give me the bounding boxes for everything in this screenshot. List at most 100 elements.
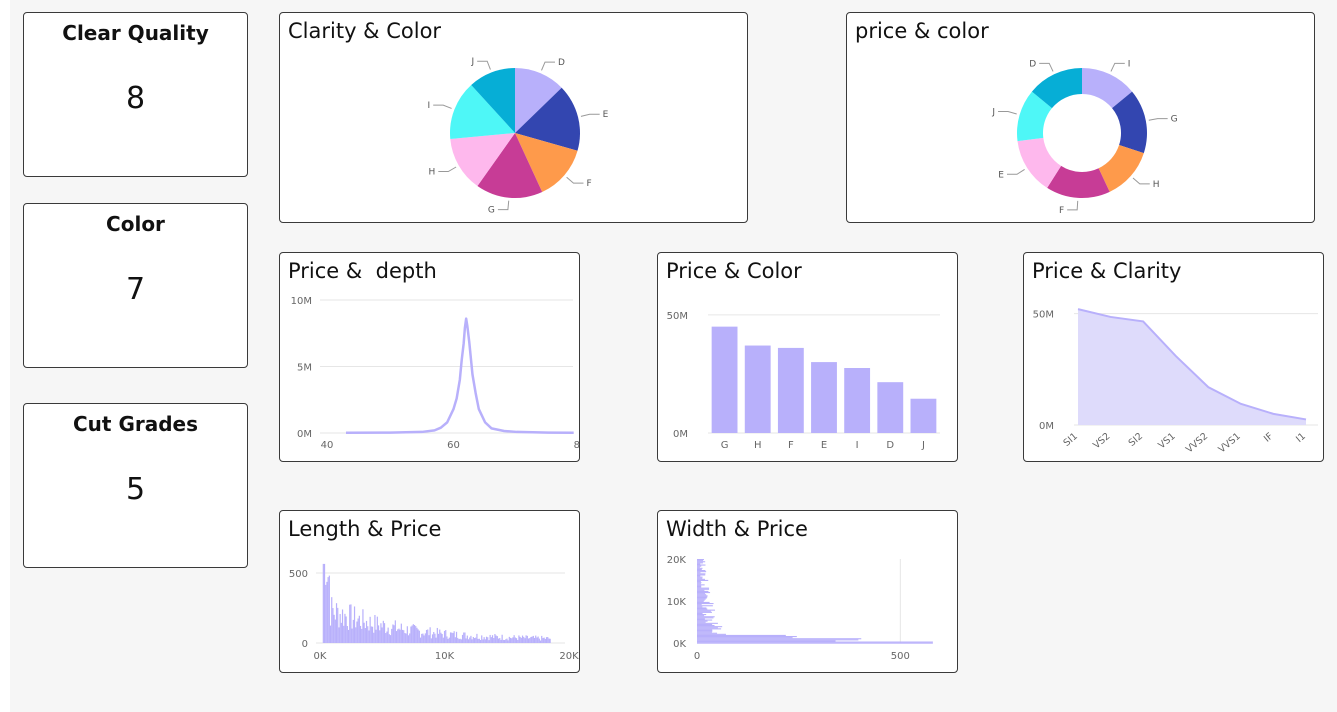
histogram-bar	[697, 628, 722, 630]
histogram-bar	[374, 615, 376, 643]
histogram-bar	[418, 630, 420, 643]
bar	[910, 398, 937, 433]
kpi-card-cut-grades[interactable]: Cut Grades 5	[23, 403, 248, 568]
chart-card-length-price[interactable]: Length & Price 0 500 0K 10K 20K	[279, 510, 580, 673]
histogram-bar	[697, 601, 710, 603]
x-tick-label: G	[721, 440, 729, 451]
histogram-bar	[531, 636, 533, 643]
histogram-bar	[484, 639, 486, 643]
histogram-bar	[400, 623, 402, 643]
histogram-bar	[411, 625, 413, 643]
slice-label: I	[1128, 59, 1131, 69]
histogram-bar	[697, 599, 705, 601]
histogram-bar	[697, 631, 712, 633]
histogram-bar	[425, 629, 428, 643]
kpi-card-color[interactable]: Color 7	[23, 203, 248, 368]
histogram-bar	[544, 638, 546, 643]
histogram-bar	[376, 616, 378, 643]
histogram-bar	[350, 604, 352, 643]
histogram-bar	[458, 639, 460, 643]
histogram-bar	[524, 638, 526, 643]
histogram-bar	[409, 633, 411, 643]
histogram-bar	[337, 607, 339, 643]
chart-card-width-price[interactable]: Width & Price 0K 10K 20K 0 500	[657, 510, 958, 673]
leader-line	[497, 200, 510, 211]
x-tick-label: VVS2	[1184, 431, 1210, 456]
histogram-bar	[395, 631, 398, 643]
histogram-bar	[520, 637, 522, 643]
histogram-bar	[375, 629, 377, 643]
histogram-bar	[326, 581, 328, 643]
histogram-bar	[331, 597, 333, 643]
x-tick-label: 10K	[435, 651, 455, 662]
slice-label: F	[1059, 206, 1064, 216]
slice-label: G	[1171, 115, 1178, 125]
area-fill	[1078, 309, 1306, 425]
slice-label: F	[586, 179, 591, 189]
x-tick-label: IF	[1262, 431, 1275, 445]
histogram-bar	[370, 626, 372, 643]
histogram-bar	[379, 630, 381, 643]
chart-card-price-depth[interactable]: Price & depth 0M5M10M406080	[279, 252, 580, 462]
histogram-bar	[697, 606, 703, 608]
histogram-bar	[490, 637, 492, 643]
x-tick-label: 0	[694, 651, 700, 662]
histogram-bar	[697, 642, 933, 644]
histogram-bar	[343, 625, 345, 643]
histogram-bar	[697, 595, 708, 597]
bar	[811, 362, 837, 433]
histogram-bar	[469, 637, 471, 643]
y-tick-label: 500	[289, 569, 308, 580]
histogram-bar	[491, 635, 494, 643]
histogram-bar	[431, 634, 434, 643]
leader-line	[1110, 62, 1125, 72]
histogram-bar	[353, 606, 356, 643]
histogram-bar	[382, 620, 384, 643]
x-tick-label: 80	[574, 440, 580, 451]
chart-card-price-color-donut[interactable]: price & color IGHFEJD	[846, 12, 1315, 223]
histogram-bar	[549, 638, 551, 643]
histogram-bar	[539, 640, 542, 643]
x-tick-label: VS2	[1091, 431, 1112, 451]
histogram-bar	[519, 636, 521, 643]
histogram-bar	[697, 611, 712, 613]
kpi-card-clear-quality[interactable]: Clear Quality 8	[23, 12, 248, 177]
histogram-bar	[338, 627, 340, 643]
chart-card-price-clarity[interactable]: Price & Clarity 0M 50M SI1 VS2 SI2 VS1 VVS2 VVS…	[1023, 252, 1324, 462]
chart-card-clarity-color[interactable]: Clarity & Color DEFGHIJ	[279, 12, 748, 223]
histogram-bar	[339, 614, 341, 643]
price-depth-line-chart: 0M 5M 10M 40 60 80	[291, 296, 580, 451]
histogram-bar	[441, 634, 443, 643]
histogram-bar	[495, 635, 497, 643]
histogram-bar	[435, 637, 437, 643]
histogram-bar	[352, 619, 354, 643]
histogram-bar	[697, 597, 707, 599]
histogram-bar	[697, 559, 704, 561]
histogram-bar	[697, 575, 701, 577]
histogram-bar	[434, 633, 436, 643]
histogram-bar	[485, 636, 488, 643]
histogram-bar	[526, 635, 528, 643]
histogram-bar	[481, 635, 483, 643]
x-tick-label: SI2	[1127, 431, 1145, 449]
histogram-bar	[359, 625, 362, 643]
histogram-bar	[364, 628, 366, 643]
histogram-bar	[697, 623, 713, 625]
histogram-bar	[521, 635, 524, 643]
x-tick-label: 500	[891, 651, 910, 662]
histogram-bar	[697, 577, 703, 579]
bar	[844, 368, 871, 433]
histogram-bar	[512, 637, 514, 643]
slice-label: E	[998, 170, 1004, 180]
x-tick-label: H	[754, 440, 762, 451]
chart-card-price-color-bars[interactable]: Price & Color 0M 50M G H F E I D J	[657, 252, 958, 462]
leader-line	[541, 61, 556, 71]
x-tick-label: I	[856, 440, 859, 451]
histogram-bar	[697, 565, 702, 567]
histogram-bar	[494, 634, 496, 643]
histogram-bar	[449, 632, 452, 643]
histogram-bar	[697, 579, 709, 581]
histogram-bar	[515, 638, 518, 643]
histogram-bar	[697, 633, 726, 635]
leader-line	[1006, 169, 1025, 175]
